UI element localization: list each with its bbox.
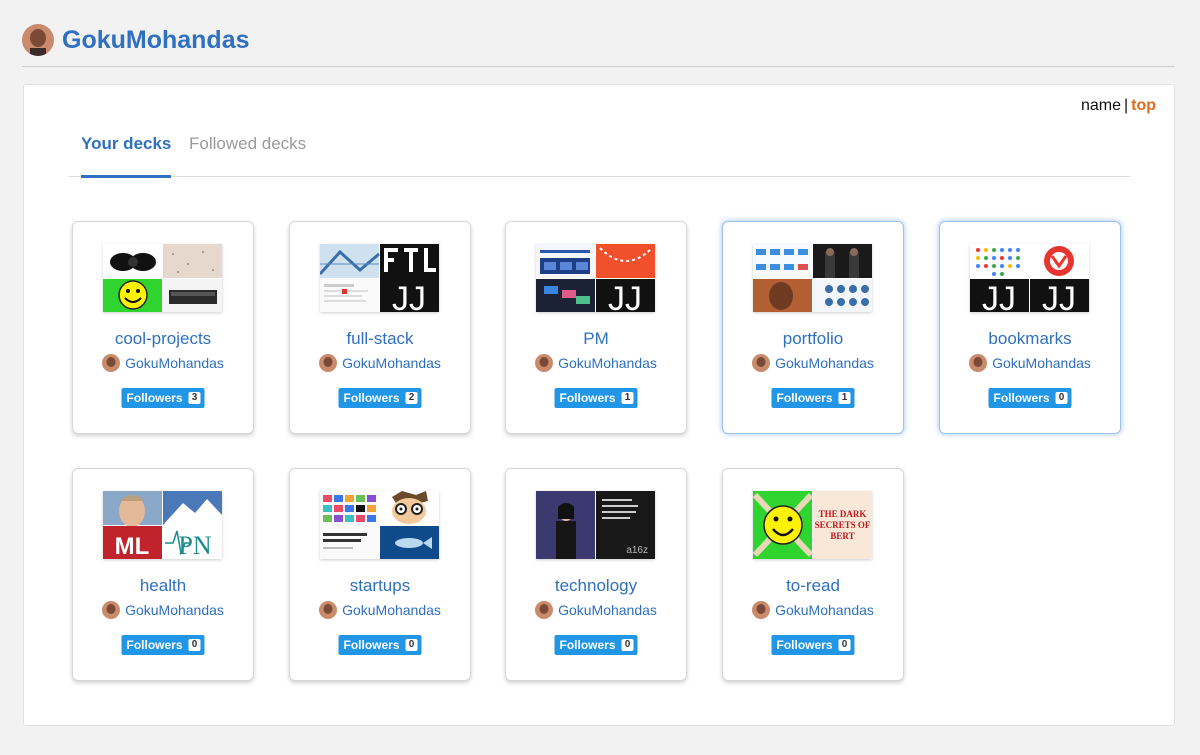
- deck-owner[interactable]: GokuMohandas: [506, 354, 686, 372]
- followers-count: 0: [838, 639, 851, 651]
- deck-owner[interactable]: GokuMohandas: [940, 354, 1120, 372]
- followers-badge[interactable]: Followers 0: [988, 388, 1072, 408]
- owner-name: GokuMohandas: [775, 602, 874, 618]
- followers-badge[interactable]: Followers 3: [121, 388, 205, 408]
- deck-title[interactable]: bookmarks: [940, 328, 1120, 350]
- thumb-text: ML: [115, 533, 150, 559]
- followers-count: 1: [621, 392, 634, 404]
- owner-avatar: [319, 354, 338, 372]
- owner-avatar: [752, 354, 771, 372]
- owner-avatar: [535, 601, 554, 619]
- deck-title[interactable]: technology: [506, 575, 686, 597]
- sort-by-name[interactable]: name: [1081, 97, 1121, 114]
- deck-card[interactable]: JJ full-stack GokuMohandas Followers 2: [289, 221, 471, 434]
- thumb-text: JJ: [982, 280, 1016, 312]
- owner-avatar: [102, 601, 121, 619]
- deck-owner[interactable]: GokuMohandas: [290, 601, 470, 619]
- deck-title[interactable]: startups: [290, 575, 470, 597]
- deck-card[interactable]: THE DARK SECRETS OF BERT to-read GokuMoh…: [722, 468, 904, 681]
- deck-title[interactable]: full-stack: [290, 328, 470, 350]
- followers-count: 3: [188, 392, 201, 404]
- sort-toggle: name | top: [1081, 96, 1156, 116]
- followers-count: 0: [188, 639, 201, 651]
- followers-count: 2: [405, 392, 418, 404]
- followers-count: 0: [405, 639, 418, 651]
- deck-owner[interactable]: GokuMohandas: [723, 354, 903, 372]
- deck-title[interactable]: cool-projects: [73, 328, 253, 350]
- deck-thumbnail: JJ: [320, 244, 439, 312]
- deck-title[interactable]: portfolio: [723, 328, 903, 350]
- header-divider: [22, 66, 1175, 67]
- owner-name: GokuMohandas: [125, 602, 224, 618]
- deck-title[interactable]: to-read: [723, 575, 903, 597]
- thumb-text: a16z: [626, 545, 648, 556]
- followers-label: Followers: [559, 391, 616, 405]
- followers-label: Followers: [343, 638, 400, 652]
- owner-name: GokuMohandas: [558, 602, 657, 618]
- deck-owner[interactable]: GokuMohandas: [73, 601, 253, 619]
- owner-name: GokuMohandas: [342, 602, 441, 618]
- followers-badge[interactable]: Followers 0: [338, 635, 422, 655]
- sort-separator: |: [1123, 97, 1129, 114]
- followers-count: 0: [1055, 392, 1068, 404]
- deck-owner[interactable]: GokuMohandas: [290, 354, 470, 372]
- owner-avatar: [535, 354, 554, 372]
- owner-name: GokuMohandas: [342, 355, 441, 371]
- thumb-text: JJ: [392, 280, 426, 312]
- deck-card[interactable]: portfolio GokuMohandas Followers 1: [722, 221, 904, 434]
- followers-badge[interactable]: Followers 0: [771, 635, 855, 655]
- deck-thumbnail: ML PN: [103, 491, 222, 559]
- deck-card[interactable]: startups GokuMohandas Followers 0: [289, 468, 471, 681]
- followers-badge[interactable]: Followers 0: [554, 635, 638, 655]
- owner-name: GokuMohandas: [992, 355, 1091, 371]
- followers-badge[interactable]: Followers 1: [771, 388, 855, 408]
- followers-label: Followers: [776, 391, 833, 405]
- followers-badge[interactable]: Followers 0: [121, 635, 205, 655]
- owner-avatar: [319, 601, 338, 619]
- followers-label: Followers: [343, 391, 400, 405]
- tab-your-decks[interactable]: Your decks: [81, 133, 172, 178]
- followers-count: 1: [838, 392, 851, 404]
- followers-label: Followers: [776, 638, 833, 652]
- tab-followed-decks[interactable]: Followed decks: [189, 133, 306, 155]
- deck-tabs: Your decks Followed decks: [69, 125, 1130, 178]
- deck-thumbnail: [753, 244, 872, 312]
- sort-by-top[interactable]: top: [1131, 97, 1156, 114]
- deck-thumbnail: JJ JJ: [970, 244, 1089, 312]
- deck-title[interactable]: PM: [506, 328, 686, 350]
- followers-label: Followers: [993, 391, 1050, 405]
- owner-name: GokuMohandas: [775, 355, 874, 371]
- owner-name: GokuMohandas: [558, 355, 657, 371]
- owner-avatar: [102, 354, 121, 372]
- profile-username[interactable]: GokuMohandas: [62, 24, 250, 56]
- followers-label: Followers: [559, 638, 616, 652]
- thumb-text: JJ: [608, 280, 642, 312]
- deck-thumbnail: a16z: [536, 491, 655, 559]
- deck-thumbnail: JJ: [536, 244, 655, 312]
- deck-card[interactable]: JJ PM GokuMohandas Followers 1: [505, 221, 687, 434]
- owner-name: GokuMohandas: [125, 355, 224, 371]
- user-avatar[interactable]: [22, 24, 54, 56]
- deck-thumbnail: [103, 244, 222, 312]
- deck-card[interactable]: a16z technology GokuMohandas Followers 0: [505, 468, 687, 681]
- thumb-text: JJ: [1042, 280, 1076, 312]
- deck-card[interactable]: ML PN health GokuMohandas Followers 0: [72, 468, 254, 681]
- owner-avatar: [752, 601, 771, 619]
- deck-thumbnail: THE DARK SECRETS OF BERT: [753, 491, 872, 559]
- thumb-text: THE DARK SECRETS OF BERT: [814, 509, 871, 541]
- owner-avatar: [969, 354, 988, 372]
- deck-owner[interactable]: GokuMohandas: [506, 601, 686, 619]
- deck-card[interactable]: JJ JJ bookmarks GokuMohandas Followers 0: [939, 221, 1121, 434]
- deck-title[interactable]: health: [73, 575, 253, 597]
- followers-label: Followers: [126, 391, 183, 405]
- deck-owner[interactable]: GokuMohandas: [73, 354, 253, 372]
- followers-count: 0: [621, 639, 634, 651]
- followers-badge[interactable]: Followers 1: [554, 388, 638, 408]
- followers-badge[interactable]: Followers 2: [338, 388, 422, 408]
- deck-card[interactable]: cool-projects GokuMohandas Followers 3: [72, 221, 254, 434]
- deck-owner[interactable]: GokuMohandas: [723, 601, 903, 619]
- deck-thumbnail: [320, 491, 439, 559]
- profile-header: GokuMohandas: [22, 22, 250, 58]
- followers-label: Followers: [126, 638, 183, 652]
